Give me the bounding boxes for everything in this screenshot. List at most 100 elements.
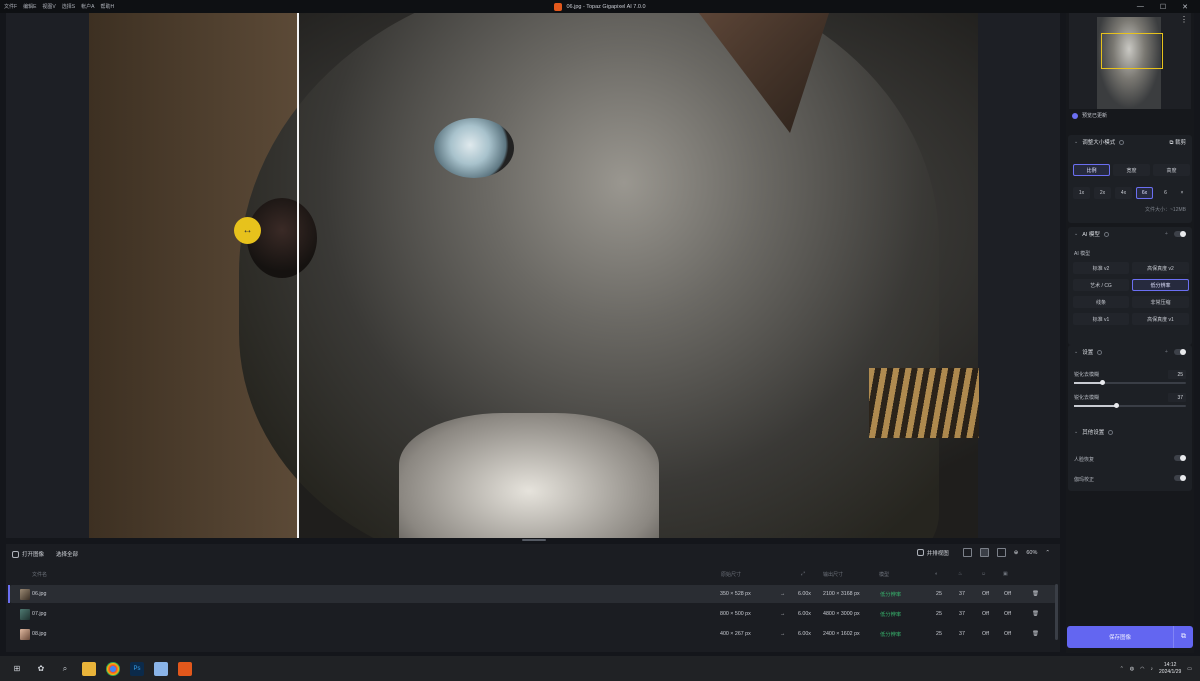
gamma-label: 伽玛校正	[1074, 477, 1095, 483]
scale-6x[interactable]: 6x	[1136, 187, 1153, 199]
preview-updated-checkbox[interactable]: 预览已更新	[1072, 112, 1107, 119]
settings-card-header[interactable]: ⌄ 设置 +	[1068, 345, 1192, 359]
sharpen-value: 25	[936, 591, 942, 597]
header-input-size: 原始尺寸	[721, 571, 742, 578]
table-row[interactable]: 08.jpg 400 × 267 px → 6.00x 2400 × 1602 …	[10, 625, 1056, 643]
denoise-slider[interactable]	[1074, 403, 1186, 408]
sharpen-value: 25	[936, 631, 942, 637]
app-logo-icon	[554, 2, 563, 11]
sharpen-number[interactable]: 25	[1168, 370, 1186, 379]
preview-viewport-frame[interactable]	[1101, 33, 1163, 69]
output-size: 4800 × 3000 px	[823, 611, 860, 617]
gamma-toggle[interactable]	[1174, 475, 1186, 481]
photoshop-icon[interactable]: Ps	[130, 661, 144, 676]
clock[interactable]: 14:12 2024/1/29	[1159, 662, 1181, 676]
mode-ratio[interactable]: 比例	[1073, 164, 1110, 176]
chrome-icon[interactable]	[106, 661, 120, 676]
tray-app-icon[interactable]: ◍	[1130, 666, 1134, 672]
more-options-icon[interactable]: ⋮	[1180, 15, 1188, 24]
output-size: 2400 × 1602 px	[823, 631, 860, 637]
chevron-down-icon: ⌄	[1074, 139, 1079, 145]
model-standard-v2[interactable]: 标准 v2	[1073, 262, 1129, 274]
panel-resize-handle[interactable]	[522, 539, 546, 541]
model-name: 低分辨率	[880, 612, 902, 618]
sharpen-slider[interactable]	[1074, 380, 1186, 385]
model-high-fidelity-v2[interactable]: 高保真度 v2	[1132, 262, 1189, 274]
notification-icon[interactable]: ▭	[1187, 666, 1192, 672]
mode-width[interactable]: 宽度	[1113, 164, 1150, 176]
table-row[interactable]: 06.jpg 350 × 528 px → 6.00x 2100 × 3168 …	[8, 585, 1056, 603]
close-button[interactable]: ✕	[1182, 3, 1188, 11]
table-row[interactable]: 07.jpg 800 × 500 px → 6.00x 4800 × 3000 …	[10, 605, 1056, 623]
face-value: Off	[982, 611, 989, 617]
wifi-icon[interactable]: ◠	[1140, 666, 1144, 672]
split-handle-icon[interactable]: ↔	[234, 217, 261, 244]
sharpen-col-icon: ◐	[935, 571, 939, 577]
other-card-header[interactable]: ⌄ 其他设置	[1068, 425, 1192, 439]
file-name: 08.jpg	[32, 631, 47, 637]
add-icon[interactable]: +	[1165, 231, 1168, 237]
zoom-level[interactable]: 60%	[1026, 550, 1037, 556]
navigator-preview[interactable]: ⋮	[1069, 13, 1191, 109]
ai-model-toggle[interactable]	[1174, 231, 1186, 237]
delete-icon[interactable]: 🗑	[1032, 625, 1039, 643]
mode-height[interactable]: 高度	[1153, 164, 1190, 176]
delete-icon[interactable]: 🗑	[1032, 605, 1039, 623]
denoise-col-icon: ♨	[958, 571, 963, 577]
save-image-button[interactable]: 保存图像 ⧉	[1067, 626, 1193, 648]
denoise-value: 37	[959, 611, 965, 617]
minimize-button[interactable]: —	[1137, 3, 1144, 10]
scale-1x[interactable]: 1x	[1073, 187, 1090, 199]
open-image-button[interactable]: 打开图像	[6, 550, 50, 558]
denoise-label: 锐化去模糊	[1074, 395, 1100, 401]
ai-model-label: AI 模型	[1074, 251, 1091, 257]
split-view-icon[interactable]	[979, 548, 989, 557]
face-recovery-toggle[interactable]	[1174, 455, 1186, 461]
resize-mode-card: ⌄ 调整大小模式 ⧉ 裁剪 比例 宽度 高度 1x 2x 4x 6x 6 × 文…	[1068, 135, 1192, 223]
scale-multiply-icon: ×	[1180, 190, 1184, 196]
app-icon[interactable]	[154, 661, 168, 676]
windows-start-icon[interactable]: ⊞	[10, 662, 24, 676]
gamma-value: Off	[1004, 611, 1011, 617]
widgets-icon[interactable]: ✿	[34, 662, 48, 676]
search-icon[interactable]: ⌕	[58, 662, 72, 676]
compare-icon	[916, 549, 924, 556]
export-options-icon[interactable]: ⧉	[1173, 626, 1193, 648]
single-view-icon[interactable]	[962, 548, 972, 557]
ai-card-header[interactable]: ⌄ AI 模型 +	[1068, 227, 1192, 241]
file-list-scrollbar[interactable]	[1055, 584, 1058, 640]
custom-scale-input[interactable]: 6	[1157, 187, 1174, 199]
file-explorer-icon[interactable]	[82, 661, 96, 676]
side-by-side-icon[interactable]	[996, 548, 1006, 557]
model-lines[interactable]: 线条	[1073, 296, 1129, 308]
model-high-fidelity-v1[interactable]: 高保真度 v1	[1132, 313, 1189, 325]
gigapixel-taskbar-icon[interactable]	[178, 661, 192, 676]
model-art-cg[interactable]: 艺术 / CG	[1073, 279, 1129, 291]
file-table-header: 文件名 原始尺寸 ⤢ 输出尺寸 模型 ◐ ♨ ☺ ▣	[6, 568, 1060, 580]
model-very-compressed[interactable]: 非常压缩	[1132, 296, 1189, 308]
maximize-button[interactable]: ☐	[1160, 3, 1166, 11]
volume-icon[interactable]: ♪	[1151, 666, 1154, 672]
model-low-resolution[interactable]: 低分辨率	[1132, 279, 1189, 291]
denoise-number[interactable]: 37	[1168, 393, 1186, 402]
crop-button[interactable]: ⧉ 裁剪	[1170, 138, 1186, 147]
compare-split-line[interactable]	[297, 13, 299, 538]
image-viewer[interactable]: ↔	[6, 13, 1060, 538]
resize-card-header[interactable]: ⌄ 调整大小模式 ⧉ 裁剪	[1068, 135, 1192, 149]
tray-expand-icon[interactable]: ⌃	[1120, 666, 1124, 672]
delete-icon[interactable]: 🗑	[1032, 585, 1039, 603]
add-icon[interactable]: +	[1165, 349, 1168, 355]
file-thumbnail	[20, 625, 30, 643]
settings-toggle[interactable]	[1174, 349, 1186, 355]
zoom-icon[interactable]: ⊕	[1014, 550, 1019, 556]
select-all-button[interactable]: 选择全部	[50, 550, 84, 558]
scale-2x[interactable]: 2x	[1094, 187, 1111, 199]
scale-value: 6.00x	[798, 591, 811, 597]
scale-4x[interactable]: 4x	[1115, 187, 1132, 199]
plus-icon	[12, 550, 19, 558]
window-title-text: 06.jpg - Topaz Gigapixel AI 7.0.0	[566, 3, 646, 10]
collapse-panel-icon[interactable]: ⌃	[1045, 550, 1050, 556]
compare-view-button[interactable]: 并排视图	[911, 549, 955, 557]
info-icon	[1097, 349, 1103, 355]
model-standard-v1[interactable]: 标准 v1	[1073, 313, 1129, 325]
